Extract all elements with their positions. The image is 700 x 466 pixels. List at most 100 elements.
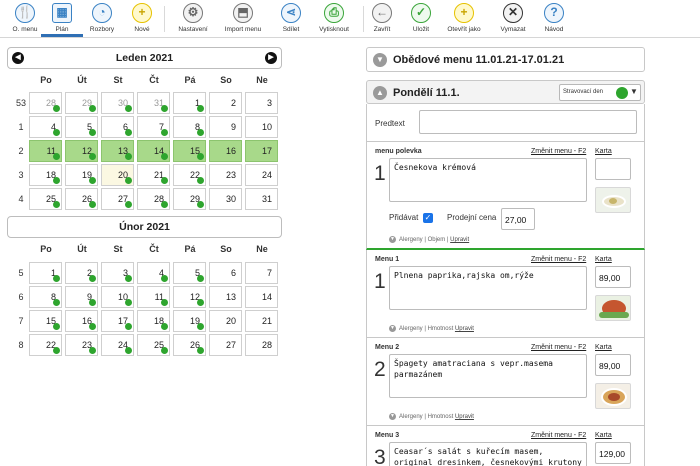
calendar-day[interactable]: 27 bbox=[209, 334, 242, 356]
calendar-day[interactable]: 11 bbox=[29, 140, 62, 162]
calendar-day[interactable]: 10 bbox=[101, 286, 134, 308]
calendar-day[interactable]: 3 bbox=[101, 262, 134, 284]
calendar-day[interactable]: 4 bbox=[137, 262, 170, 284]
calendar-day[interactable]: 26 bbox=[65, 188, 98, 210]
price-input[interactable]: 89,00 bbox=[595, 266, 631, 288]
calendar-day[interactable]: 10 bbox=[245, 116, 278, 138]
calendar-day[interactable]: 31 bbox=[137, 92, 170, 114]
card-link[interactable]: Karta bbox=[595, 148, 612, 155]
calendar-day[interactable]: 17 bbox=[245, 140, 278, 162]
calendar-day[interactable]: 5 bbox=[173, 262, 206, 284]
calendar-day[interactable]: 18 bbox=[137, 310, 170, 332]
meal-text-input[interactable]: Česnekova krémová bbox=[389, 158, 587, 202]
card-link[interactable]: Karta bbox=[595, 432, 612, 439]
edit-link[interactable]: Upravit bbox=[450, 237, 469, 243]
week-menu-header[interactable]: ▼ Obědové menu 11.01.21-17.01.21 bbox=[366, 47, 645, 72]
help-button[interactable]: ? Návod bbox=[531, 2, 577, 36]
price-input[interactable]: 129,00 bbox=[595, 442, 631, 464]
calendar-day[interactable]: 20 bbox=[101, 164, 134, 186]
calendar-day[interactable]: 16 bbox=[65, 310, 98, 332]
calendar-day[interactable]: 1 bbox=[29, 262, 62, 284]
save-button[interactable]: ✓ Uložit bbox=[398, 2, 444, 36]
change-menu-link[interactable]: Změnit menu - F2 bbox=[531, 148, 586, 155]
calendar-day[interactable]: 24 bbox=[245, 164, 278, 186]
calendar-icon: ▦ bbox=[52, 3, 72, 23]
meal-text-input[interactable]: Plnena paprika,rajska om,rýže bbox=[389, 266, 587, 310]
edit-link[interactable]: Upravit bbox=[455, 414, 474, 420]
price-input[interactable] bbox=[595, 158, 631, 180]
calendar-day[interactable]: 15 bbox=[29, 310, 62, 332]
edit-link[interactable]: Upravit bbox=[455, 326, 474, 332]
calendar-day[interactable]: 6 bbox=[209, 262, 242, 284]
change-menu-link[interactable]: Změnit menu - F2 bbox=[531, 344, 586, 351]
calendar-day[interactable]: 11 bbox=[137, 286, 170, 308]
calendar-day[interactable]: 3 bbox=[245, 92, 278, 114]
card-link[interactable]: Karta bbox=[595, 344, 612, 351]
calendar-day[interactable]: 8 bbox=[173, 116, 206, 138]
calendar-day[interactable]: 8 bbox=[29, 286, 62, 308]
calendar-day[interactable]: 29 bbox=[173, 188, 206, 210]
calendar-day[interactable]: 12 bbox=[173, 286, 206, 308]
card-link[interactable]: Karta bbox=[595, 256, 612, 263]
calendar-day[interactable]: 28 bbox=[245, 334, 278, 356]
next-month-icon[interactable]: ▶ bbox=[265, 52, 277, 64]
calendar-day[interactable]: 17 bbox=[101, 310, 134, 332]
calendar-day[interactable]: 23 bbox=[65, 334, 98, 356]
calendar-day[interactable]: 25 bbox=[29, 188, 62, 210]
calendar-day[interactable]: 15 bbox=[173, 140, 206, 162]
add-checkbox[interactable]: ✓ bbox=[423, 213, 433, 223]
calendar-day[interactable]: 6 bbox=[101, 116, 134, 138]
meal-text-input[interactable]: Ceasar´s salát s kuřecím masem, original… bbox=[389, 442, 587, 466]
calendar-day[interactable]: 19 bbox=[173, 310, 206, 332]
calendar-day[interactable]: 19 bbox=[65, 164, 98, 186]
new-button[interactable]: + Nové bbox=[119, 2, 165, 36]
calendar-day[interactable]: 9 bbox=[65, 286, 98, 308]
calendar-day[interactable]: 20 bbox=[209, 310, 242, 332]
calendar-day[interactable]: 4 bbox=[29, 116, 62, 138]
calendar-day[interactable]: 7 bbox=[245, 262, 278, 284]
calendar-day[interactable]: 2 bbox=[209, 92, 242, 114]
calendar-day[interactable]: 12 bbox=[65, 140, 98, 162]
calendar-day[interactable]: 14 bbox=[245, 286, 278, 308]
calendar-day[interactable]: 22 bbox=[29, 334, 62, 356]
calendar-day[interactable]: 29 bbox=[65, 92, 98, 114]
prev-month-icon[interactable]: ◀ bbox=[12, 52, 24, 64]
calendar-day[interactable]: 23 bbox=[209, 164, 242, 186]
price-input[interactable]: 89,00 bbox=[595, 354, 631, 376]
pretext-input[interactable] bbox=[419, 110, 637, 134]
change-menu-link[interactable]: Změnit menu - F2 bbox=[531, 256, 586, 263]
calendar-day[interactable]: 26 bbox=[173, 334, 206, 356]
calendar-day[interactable]: 7 bbox=[137, 116, 170, 138]
open-as-button[interactable]: + Otevřít jako bbox=[441, 2, 487, 36]
calendar-day[interactable]: 9 bbox=[209, 116, 242, 138]
calendar-day[interactable]: 25 bbox=[137, 334, 170, 356]
calendar-day[interactable]: 24 bbox=[101, 334, 134, 356]
calendar-day[interactable]: 28 bbox=[29, 92, 62, 114]
meal-text-input[interactable]: Špagety amatraciana s vepr.masema parmaz… bbox=[389, 354, 587, 398]
day-status-select[interactable]: Stravovací den ▼ bbox=[559, 84, 641, 101]
calendar-day[interactable]: 5 bbox=[65, 116, 98, 138]
calendar-day[interactable]: 18 bbox=[29, 164, 62, 186]
day-header[interactable]: ▲ Pondělí 11.1. Stravovací den ▼ bbox=[366, 80, 645, 104]
calendar-day[interactable]: 13 bbox=[101, 140, 134, 162]
settings-button[interactable]: ⚙ Nastavení bbox=[170, 2, 216, 36]
calendar-day[interactable]: 2 bbox=[65, 262, 98, 284]
import-menu-button[interactable]: ⬒ Import menu bbox=[220, 2, 266, 36]
calendar-day[interactable]: 28 bbox=[137, 188, 170, 210]
calendar-day[interactable]: 31 bbox=[245, 188, 278, 210]
change-menu-link[interactable]: Změnit menu - F2 bbox=[531, 432, 586, 439]
sale-price-input[interactable]: 27,00 bbox=[501, 208, 535, 230]
calendar-day[interactable]: 1 bbox=[173, 92, 206, 114]
share-button[interactable]: ⋖ Sdílet bbox=[268, 2, 314, 36]
calendar-day[interactable]: 30 bbox=[101, 92, 134, 114]
calendar-day[interactable]: 21 bbox=[137, 164, 170, 186]
calendar-day[interactable]: 13 bbox=[209, 286, 242, 308]
delete-button[interactable]: ✕ Vymazat bbox=[490, 2, 536, 36]
calendar-day[interactable]: 27 bbox=[101, 188, 134, 210]
print-button[interactable]: ⎙ Vytisknout bbox=[311, 2, 357, 36]
calendar-day[interactable]: 14 bbox=[137, 140, 170, 162]
calendar-day[interactable]: 22 bbox=[173, 164, 206, 186]
calendar-day[interactable]: 30 bbox=[209, 188, 242, 210]
calendar-day[interactable]: 16 bbox=[209, 140, 242, 162]
calendar-day[interactable]: 21 bbox=[245, 310, 278, 332]
